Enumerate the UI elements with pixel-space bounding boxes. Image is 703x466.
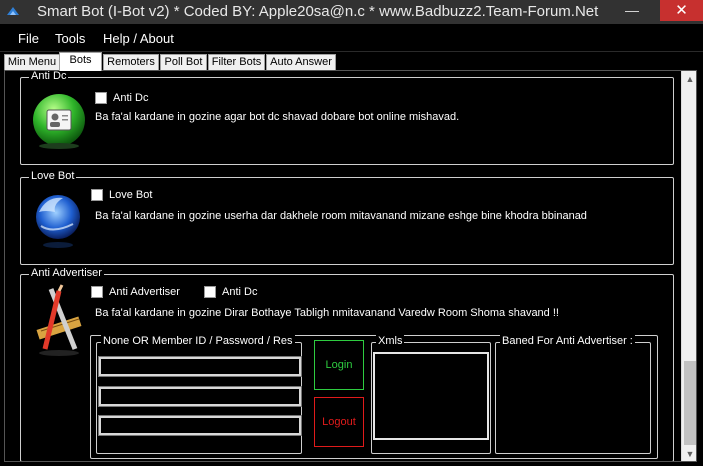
minimize-button[interactable]: — [618,0,646,22]
anti-advertiser-group: Anti Advertiser Anti Advertiser Anti Dc … [20,267,674,461]
anti-dc-group-title: Anti Dc [29,70,69,82]
love-bot-checkbox-label: Love Bot [109,189,153,201]
tab-bots[interactable]: Bots [59,52,102,71]
credentials-group: None OR Member ID / Password / Res [96,335,302,454]
vertical-scrollbar[interactable]: ▲ ▼ [681,71,696,461]
xmls-group: Xmls [371,335,491,454]
anti-dc-checkbox[interactable] [95,92,107,104]
xmls-listbox[interactable] [373,352,489,440]
bots-panel: Anti Dc Anti Dc Ba fa'al kardane in gozi… [4,70,697,462]
design-tools-icon [36,284,82,356]
anti-advertiser-checkbox[interactable] [91,286,103,298]
menu-help-about[interactable]: Help / About [103,31,174,46]
anti-advertiser-settings-frame: None OR Member ID / Password / Res Login… [90,335,658,459]
app-icon [7,7,19,15]
anti-advertiser-anti-dc-checkbox[interactable] [204,286,216,298]
tab-min-menu[interactable]: Min Menu [4,54,60,70]
anti-advertiser-anti-dc-label: Anti Dc [222,286,258,298]
close-button[interactable]: ✕ [660,0,703,21]
baned-group-title: Baned For Anti Advertiser : [500,335,635,347]
title-bar[interactable]: Smart Bot (I-Bot v2) * Coded BY: Apple20… [0,0,703,24]
tab-auto-answer[interactable]: Auto Answer [266,54,336,70]
firefox-globe-icon [36,195,80,248]
tab-remoters[interactable]: Remoters [103,54,159,70]
anti-advertiser-description: Ba fa'al kardane in gozine Dirar Bothaye… [95,307,559,319]
anti-advertiser-checkbox-label: Anti Advertiser [109,286,180,298]
scroll-up-arrow-icon[interactable]: ▲ [682,71,696,87]
res-input[interactable] [98,415,302,436]
password-input[interactable] [98,386,302,407]
anti-dc-description: Ba fa'al kardane in gozine agar bot dc s… [95,111,460,123]
tab-filter-bots[interactable]: Filter Bots [208,54,265,70]
love-bot-checkbox[interactable] [91,189,103,201]
scroll-thumb[interactable] [684,361,696,445]
menu-file[interactable]: File [18,31,39,46]
scroll-down-arrow-icon[interactable]: ▼ [682,446,696,461]
credentials-group-title: None OR Member ID / Password / Res [101,335,295,347]
anti-dc-checkbox-label: Anti Dc [113,92,149,104]
anti-advertiser-group-title: Anti Advertiser [29,267,104,279]
contact-card-icon [33,94,85,149]
love-bot-group-title: Love Bot [29,170,77,182]
tab-strip: Min Menu Bots Remoters Poll Bot Filter B… [0,52,703,71]
window-title: Smart Bot (I-Bot v2) * Coded BY: Apple20… [37,3,599,20]
logout-button[interactable]: Logout [314,397,364,447]
menu-bar: File Tools Help / About [0,24,703,52]
tab-poll-bot[interactable]: Poll Bot [160,54,207,70]
anti-dc-group: Anti Dc Anti Dc Ba fa'al kardane in gozi… [20,71,674,165]
love-bot-group: Love Bot Love Bot Ba fa'al kardane in go… [20,170,674,265]
login-button[interactable]: Login [314,340,364,390]
app-window: Smart Bot (I-Bot v2) * Coded BY: Apple20… [0,0,703,466]
baned-group: Baned For Anti Advertiser : [495,335,651,454]
love-bot-description: Ba fa'al kardane in gozine userha dar da… [95,210,587,222]
menu-tools[interactable]: Tools [55,31,85,46]
member-id-input[interactable] [98,356,302,377]
xmls-group-title: Xmls [376,335,405,347]
